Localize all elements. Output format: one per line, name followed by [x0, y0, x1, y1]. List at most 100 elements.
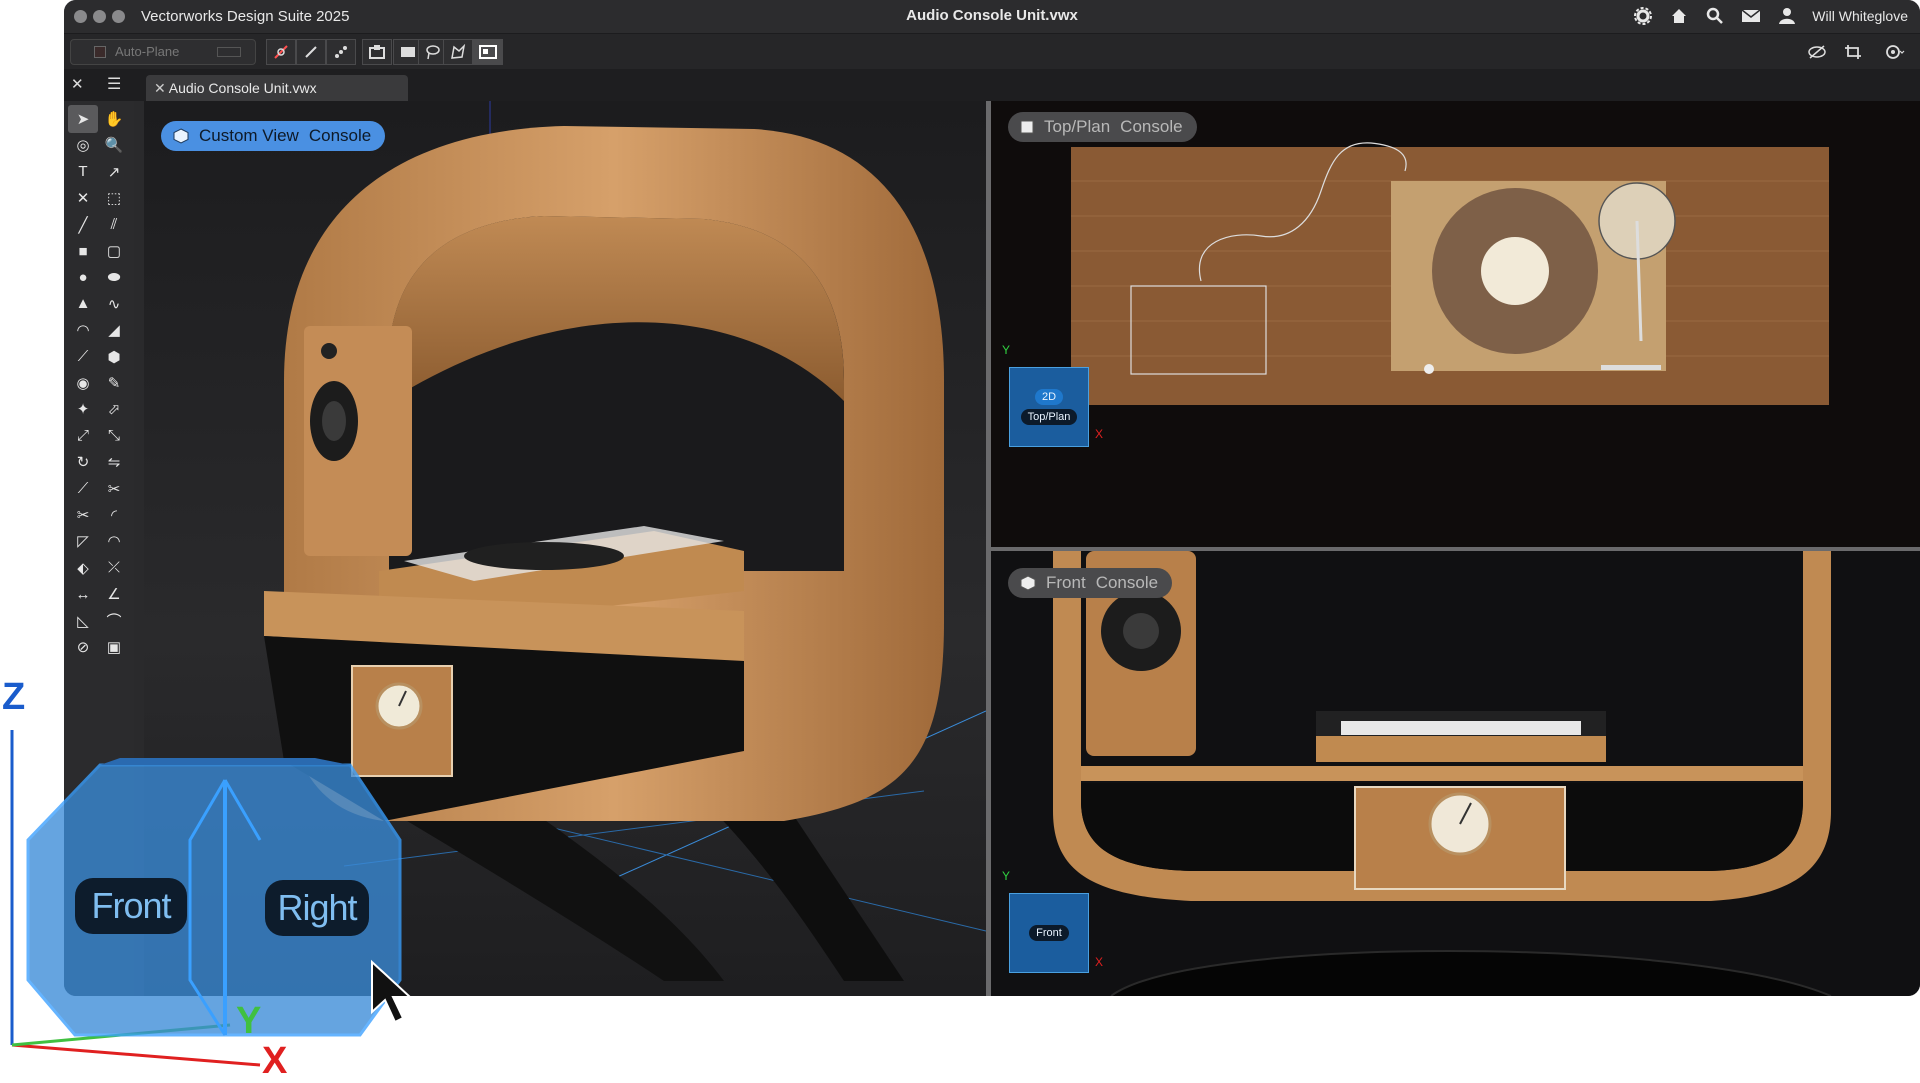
- text-icon: T: [78, 163, 88, 181]
- line-tool[interactable]: ╱: [68, 211, 98, 239]
- mirror-tool[interactable]: ⇋: [99, 448, 129, 476]
- reshape-tool[interactable]: ⬀: [99, 395, 129, 423]
- symbol-tool[interactable]: ▣: [99, 633, 129, 661]
- rectangle-tool[interactable]: ■: [68, 237, 98, 265]
- connect-tool[interactable]: ⤫: [99, 554, 129, 582]
- surface-tool[interactable]: ⌒: [99, 607, 129, 635]
- clip-icon: ⬖: [77, 559, 89, 577]
- pan-tool[interactable]: ✋: [99, 105, 129, 133]
- area-tool[interactable]: ◺: [68, 607, 98, 635]
- regular-polygon-tool[interactable]: ⬢: [99, 343, 129, 371]
- auto-plane-label: Auto-Plane: [115, 44, 180, 59]
- polyline-icon: ⟋: [77, 348, 89, 366]
- view-pill-custom-view[interactable]: Custom View Console: [161, 121, 386, 151]
- spiral-tool[interactable]: ◉: [68, 369, 98, 397]
- rotate-tool[interactable]: ↻: [68, 448, 98, 476]
- shape-tool[interactable]: ◢: [99, 316, 129, 344]
- eyedropper-tool[interactable]: ✎: [99, 369, 129, 397]
- view-cube-face-right[interactable]: Right: [265, 880, 369, 936]
- view-cube-face-front[interactable]: Front: [75, 878, 187, 934]
- palette-menu-icon[interactable]: ☰: [107, 74, 121, 94]
- knife-icon: ⟋: [77, 480, 89, 498]
- zoom-tool[interactable]: 🔍: [99, 131, 129, 159]
- area-icon: ◺: [77, 612, 89, 630]
- mini-view-cube-front[interactable]: Front: [1009, 893, 1089, 973]
- connect-icon: ⤫: [107, 559, 120, 577]
- home-icon[interactable]: [1668, 5, 1690, 27]
- document-tab-bar: ✕ ☰ ✕ Audio Console Unit.vwx: [64, 69, 1920, 101]
- rectangle-icon: ■: [78, 242, 88, 260]
- snap-to-points-button[interactable]: [326, 39, 356, 65]
- title-bar: Vectorworks Design Suite 2025 Audio Cons…: [64, 0, 1920, 33]
- plane-swatch-icon: [94, 46, 106, 58]
- visibility-off-icon[interactable]: [1806, 41, 1828, 63]
- split-tool[interactable]: ✂: [68, 501, 98, 529]
- gear-icon[interactable]: [1632, 5, 1654, 27]
- snap-to-grid-button[interactable]: [296, 39, 326, 65]
- arc-tool[interactable]: ◠: [68, 316, 98, 344]
- axis-y-label: Y: [236, 1000, 262, 1042]
- offset-icon: ◠: [107, 533, 121, 551]
- offset-tool[interactable]: ◠: [99, 527, 129, 555]
- view-name: Front: [1046, 573, 1086, 592]
- pan-icon: ✋: [104, 111, 124, 128]
- mini-view-cube-top[interactable]: 2D Top/Plan: [1009, 367, 1089, 447]
- protractor-tool[interactable]: ⊘: [68, 633, 98, 661]
- eyedropper-icon: ✎: [107, 375, 121, 392]
- snap-disable-button[interactable]: [266, 39, 296, 65]
- view-cube[interactable]: [0, 660, 420, 1080]
- fillet-tool[interactable]: ◜: [99, 501, 129, 529]
- magic-wand-icon: ✦: [76, 401, 90, 419]
- resize-tool[interactable]: ⤢: [68, 422, 98, 450]
- locus-tool[interactable]: ✕: [68, 184, 98, 212]
- mail-icon[interactable]: [1740, 5, 1762, 27]
- user-icon[interactable]: [1776, 5, 1798, 27]
- trim-tool[interactable]: ✂: [99, 475, 129, 503]
- text-tool[interactable]: T: [68, 158, 98, 186]
- plane-mode-icon: [217, 47, 241, 57]
- rounded-rectangle-tool[interactable]: ▢: [99, 237, 129, 265]
- square-view-icon: [1020, 120, 1034, 134]
- protractor-icon: ⊘: [76, 639, 90, 656]
- polygon-icon: ▲: [75, 295, 91, 313]
- title-bar-right: Will Whiteglove: [1632, 5, 1908, 27]
- polygon-select-button[interactable]: [443, 39, 473, 65]
- callout-tool[interactable]: ↗: [99, 158, 129, 186]
- polygon-tool[interactable]: ▲: [68, 290, 98, 318]
- close-palette-icon[interactable]: ✕: [71, 75, 84, 93]
- view-pill-top-plan[interactable]: Top/Plan Console: [1008, 112, 1197, 142]
- circle-tool[interactable]: ●: [68, 263, 98, 291]
- double-line-tool[interactable]: ⫽: [99, 211, 129, 239]
- selection-tool[interactable]: ➤: [68, 105, 98, 133]
- view-toolbar: Auto-Plane: [64, 33, 1920, 69]
- crop-view-icon[interactable]: [1842, 41, 1864, 63]
- double-line-icon: ⫽: [110, 216, 118, 234]
- flyover-icon: ◎: [76, 137, 90, 155]
- tab-close-icon[interactable]: ✕: [154, 80, 166, 96]
- dimension-tool[interactable]: ↔: [68, 580, 98, 608]
- tab-audio-console-unit[interactable]: ✕ Audio Console Unit.vwx: [146, 75, 408, 101]
- working-plane-button[interactable]: [362, 39, 392, 65]
- rounded-rectangle-icon: ▢: [106, 243, 122, 260]
- magic-wand-tool[interactable]: ✦: [68, 395, 98, 423]
- view-pill-front[interactable]: Front Console: [1008, 568, 1173, 598]
- user-name[interactable]: Will Whiteglove: [1812, 8, 1908, 24]
- search-icon[interactable]: [1704, 5, 1726, 27]
- axis-y-label: Y: [1002, 343, 1011, 357]
- tab-label: Audio Console Unit.vwx: [168, 80, 317, 96]
- flyover-tool[interactable]: ◎: [68, 131, 98, 159]
- push-pull-tool[interactable]: ⬚: [99, 184, 129, 212]
- viewport-top-plan[interactable]: Top/Plan Console 2D Top/Plan Y X: [991, 101, 1920, 547]
- toggle-panel-button[interactable]: [473, 39, 503, 65]
- polyline-tool[interactable]: ⟋: [68, 343, 98, 371]
- viewport-front[interactable]: Front Console Front Y X: [991, 551, 1920, 996]
- scale-tool[interactable]: ⤡: [99, 422, 129, 450]
- angle-dimension-tool[interactable]: ∠: [99, 580, 129, 608]
- reshape-icon: ⬀: [107, 401, 121, 419]
- freehand-tool[interactable]: ∿: [99, 290, 129, 318]
- chamfer-tool[interactable]: ◸: [68, 527, 98, 555]
- clip-tool[interactable]: ⬖: [68, 554, 98, 582]
- knife-tool[interactable]: ⟋: [68, 475, 98, 503]
- render-mode-icon[interactable]: [1884, 41, 1906, 63]
- oval-tool[interactable]: ⬬: [99, 263, 129, 291]
